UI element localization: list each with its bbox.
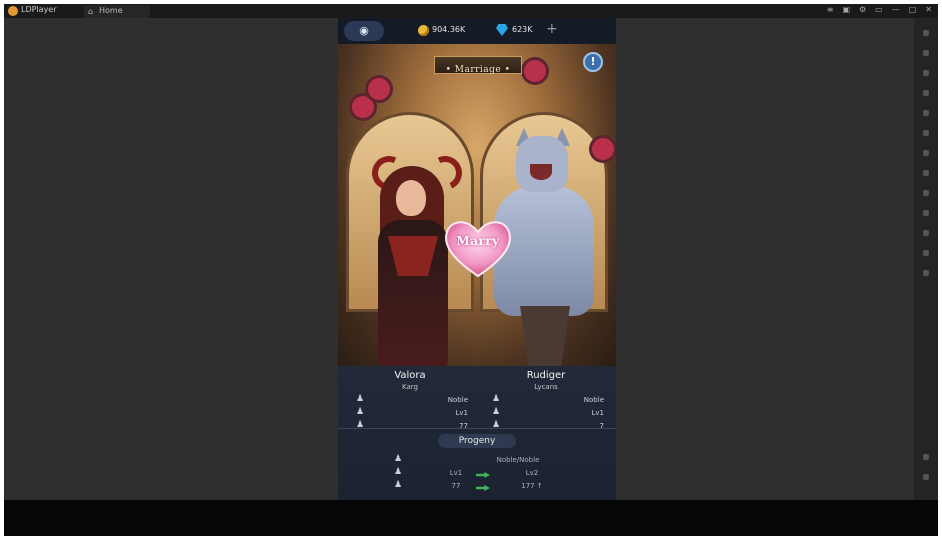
info-icon: ! — [590, 55, 596, 68]
rose-decoration-icon — [368, 78, 390, 100]
titlebar-controls: ≡ ▣ ⚙ ▭ — □ ✕ — [827, 5, 932, 14]
rank-icon: ♟ — [394, 454, 403, 464]
eye-button[interactable]: ◉ — [344, 21, 384, 41]
level-icon: ♟ — [492, 407, 501, 417]
heart-icon — [445, 221, 511, 278]
rose-decoration-icon — [352, 96, 374, 118]
sidebar-tool-icon[interactable] — [923, 150, 929, 156]
gem-value: 623K — [512, 25, 533, 34]
close-icon[interactable]: ✕ — [925, 5, 932, 14]
ldplayer-logo-icon — [8, 6, 18, 16]
settings-icon[interactable]: ⚙ — [859, 5, 866, 14]
bottom-bar — [4, 500, 938, 536]
tab-home[interactable]: ⌂ Home — [84, 5, 150, 18]
resource-bar: ◉ 904.36K 623K + — [338, 18, 616, 44]
info-button[interactable]: ! — [583, 52, 603, 72]
marriage-scene: • Marriage • ! Marry — [338, 44, 616, 376]
restore-icon[interactable]: ▭ — [875, 5, 883, 14]
sidebar-tool-icon[interactable] — [923, 230, 929, 236]
progeny-level-result: Lv2 — [525, 469, 539, 477]
level-icon: ♟ — [394, 467, 403, 477]
right-rank-value: Noble — [583, 396, 604, 404]
sidebar-tool-icon[interactable] — [923, 30, 929, 36]
sidebar-tool-icon[interactable] — [923, 130, 929, 136]
power-icon: ♟ — [394, 480, 403, 490]
gold-coin-icon — [418, 25, 429, 36]
emulator-sidebar — [914, 18, 938, 500]
marry-button[interactable]: Marry — [441, 216, 515, 280]
app-name: LDPlayer — [21, 5, 57, 14]
sidebar-tool-icon[interactable] — [923, 90, 929, 96]
left-rank-value: Noble — [447, 396, 468, 404]
sidebar-tool-icon[interactable] — [923, 270, 929, 276]
divider — [338, 428, 616, 429]
right-level-value: Lv1 — [591, 409, 605, 417]
eye-icon: ◉ — [359, 24, 369, 37]
level-icon: ♟ — [356, 407, 365, 417]
sidebar-tool-icon[interactable] — [923, 170, 929, 176]
sidebar-tool-icon[interactable] — [923, 70, 929, 76]
rank-icon: ♟ — [492, 394, 501, 404]
titlebar: LDPlayer ⌂ Home ≡ ▣ ⚙ ▭ — □ ✕ — [4, 4, 938, 18]
rank-icon: ♟ — [356, 394, 365, 404]
emulator-window: LDPlayer ⌂ Home ≡ ▣ ⚙ ▭ — □ ✕ ◉ 904.36K … — [4, 4, 938, 536]
left-character-race: Karg — [402, 383, 418, 391]
tab-home-label: Home — [99, 6, 123, 15]
stats-panel: Valora Karg Rudiger Lycans ♟ ♟ ♟ Noble L… — [338, 366, 616, 500]
lock-icon[interactable]: ▣ — [842, 5, 850, 14]
rose-decoration-icon — [524, 60, 546, 82]
marriage-banner: • Marriage • — [434, 56, 522, 75]
progeny-title: Progeny — [438, 434, 516, 448]
sidebar-tool-icon[interactable] — [923, 50, 929, 56]
sidebar-tool-icon[interactable] — [923, 190, 929, 196]
sidebar-tool-icon[interactable] — [923, 250, 929, 256]
sidebar-tool-icon[interactable] — [923, 110, 929, 116]
marry-label: Marry — [456, 234, 500, 248]
progeny-power-result: 177 ↑ — [521, 482, 543, 490]
right-character-race: Lycans — [534, 383, 558, 391]
progeny-rank-result: Noble/Noble — [496, 456, 540, 464]
left-level-value: Lv1 — [455, 409, 469, 417]
minimize-icon[interactable]: — — [892, 5, 900, 14]
sidebar-back-icon[interactable] — [923, 454, 929, 460]
add-gems-button[interactable]: + — [546, 21, 558, 37]
sidebar-tool-icon[interactable] — [923, 210, 929, 216]
sidebar-home-icon[interactable] — [923, 474, 929, 480]
menu-icon[interactable]: ≡ — [827, 5, 834, 14]
game-screen: ◉ 904.36K 623K + • Marriage • ! Marry Va… — [338, 18, 616, 500]
right-character-name: Rudiger — [526, 370, 566, 381]
left-character-name: Valora — [394, 370, 426, 381]
maximize-icon[interactable]: □ — [909, 5, 917, 14]
gem-icon — [496, 24, 508, 36]
home-icon: ⌂ — [88, 7, 94, 16]
banner-title: • Marriage • — [445, 65, 511, 75]
gold-value: 904.36K — [432, 25, 466, 34]
